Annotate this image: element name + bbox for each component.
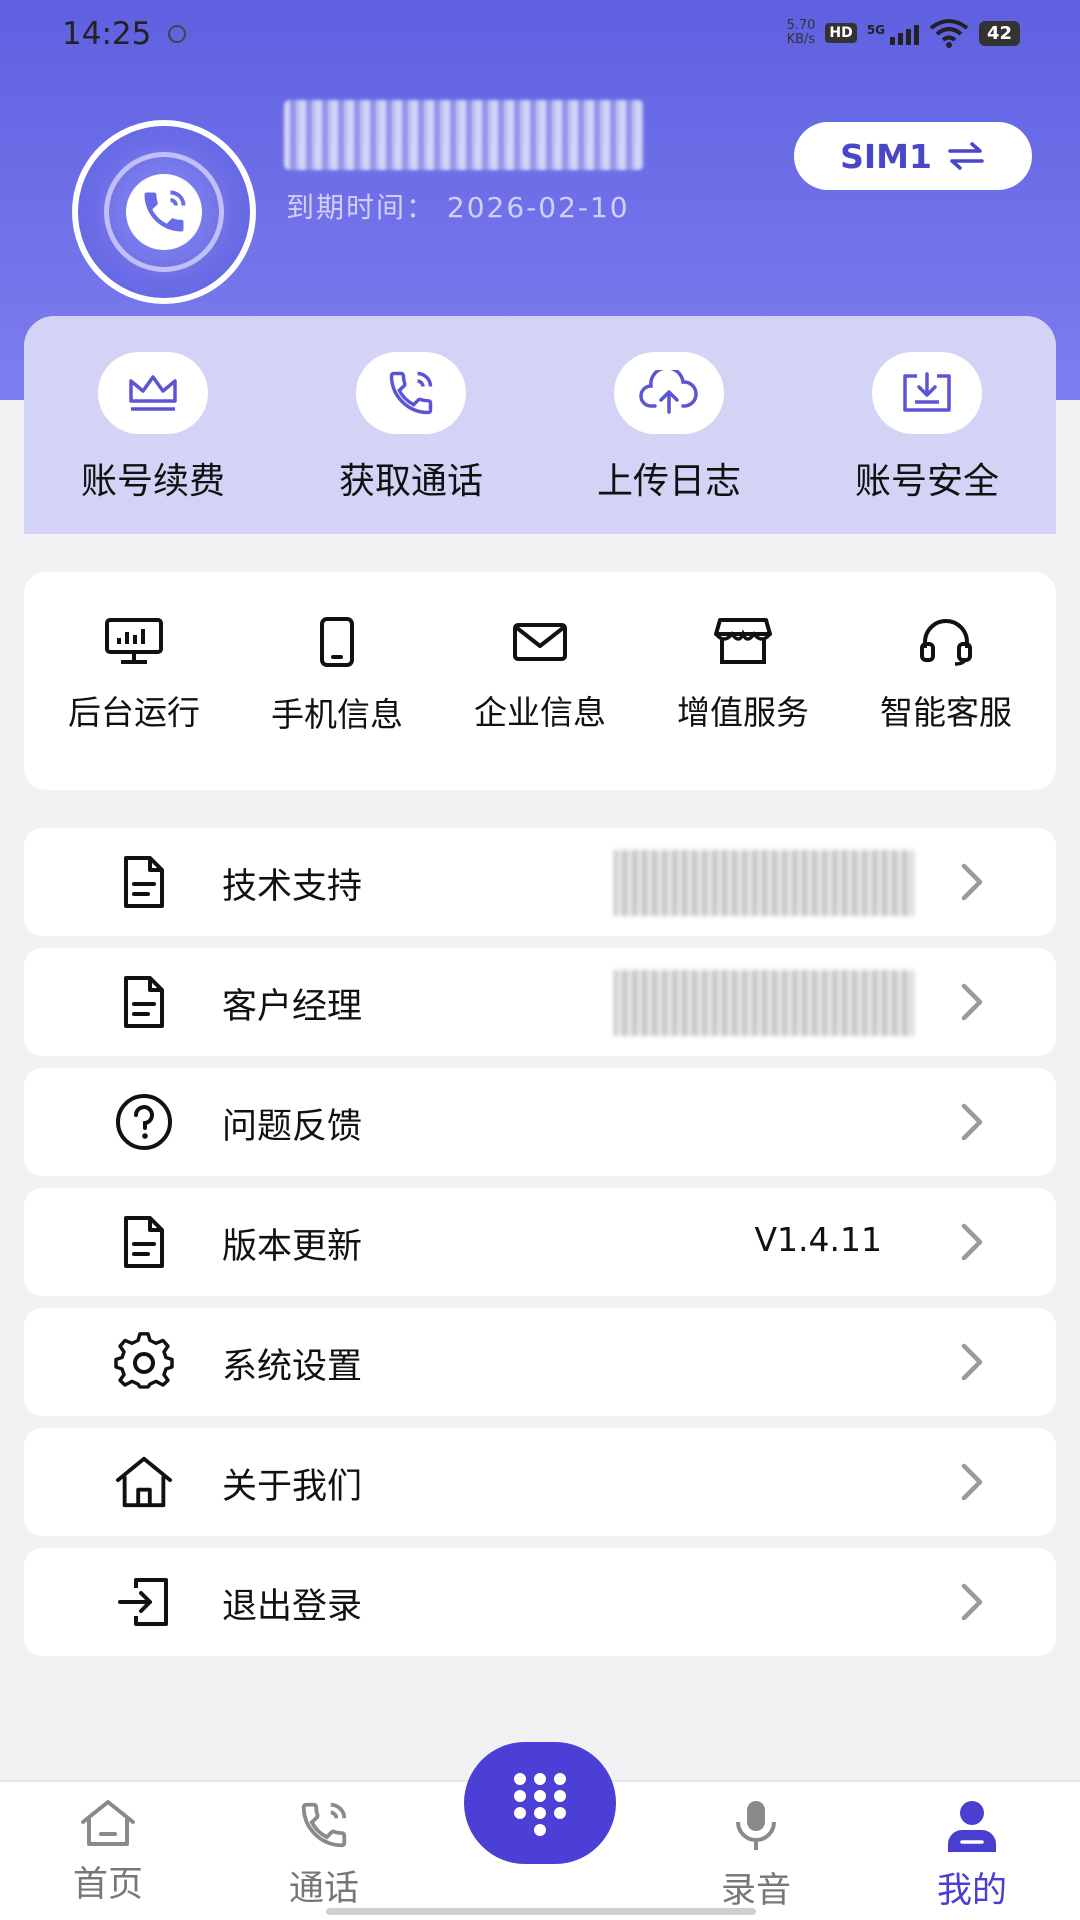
- menu-label: 系统设置: [222, 1347, 363, 1387]
- grid-item-phone-info[interactable]: 手机信息: [237, 616, 437, 790]
- grid-item-smart-service[interactable]: 智能客服: [846, 616, 1046, 790]
- chevron-right-icon: [961, 863, 983, 901]
- mail-icon: [513, 623, 567, 661]
- menu-row-account-manager[interactable]: 客户经理: [24, 948, 1056, 1056]
- phone-call-icon: [301, 1802, 347, 1848]
- wifi-icon: [929, 19, 969, 48]
- sim-label: SIM1: [840, 136, 932, 176]
- quick-action-label: 获取通话: [338, 461, 483, 502]
- dialpad-button[interactable]: [464, 1742, 616, 1864]
- menu-row-tech-support[interactable]: 技术支持: [24, 828, 1056, 936]
- menu-label: 版本更新: [222, 1227, 363, 1267]
- document-icon: [124, 1216, 164, 1268]
- menu-label: 客户经理: [222, 987, 363, 1027]
- notification-app-icon: [168, 25, 186, 43]
- menu-label: 退出登录: [222, 1587, 363, 1627]
- home-indicator: [326, 1908, 756, 1915]
- hd-badge: HD: [825, 23, 857, 43]
- status-time: 14:25: [62, 16, 152, 52]
- user-name-redacted: [284, 100, 644, 170]
- grid-item-background-run[interactable]: 后台运行: [34, 616, 234, 790]
- grid-item-label: 手机信息: [271, 695, 403, 734]
- chevron-right-icon: [961, 983, 983, 1021]
- menu-label: 技术支持: [222, 867, 363, 907]
- sim-switch-button[interactable]: SIM1: [794, 122, 1032, 190]
- user-icon: [948, 1801, 996, 1852]
- gear-icon: [114, 1332, 174, 1389]
- menu-row-logout[interactable]: 退出登录: [24, 1548, 1056, 1656]
- monitor-icon: [105, 618, 163, 664]
- tab-mine[interactable]: 我的: [892, 1798, 1052, 1913]
- tab-label: 我的: [936, 1871, 1007, 1911]
- crown-icon: [129, 375, 177, 411]
- grid-item-company-info[interactable]: 企业信息: [440, 616, 640, 790]
- tab-label: 录音: [720, 1871, 791, 1911]
- quick-action-label: 上传日志: [596, 461, 741, 502]
- cloud-upload-icon: [639, 370, 698, 414]
- net-speed: 5.70 KB/s: [786, 19, 815, 47]
- redacted-contact-info: [614, 970, 914, 1036]
- dialpad-icon: [514, 1773, 566, 1836]
- swap-arrows-icon: [948, 142, 984, 170]
- chevron-right-icon: [961, 1223, 983, 1261]
- phone-icon: [320, 617, 354, 667]
- network-type: 5G: [866, 23, 885, 37]
- chevron-right-icon: [961, 1343, 983, 1381]
- tab-label: 首页: [72, 1865, 143, 1905]
- version-value: V1.4.11: [754, 1220, 882, 1259]
- quick-action-label: 账号安全: [854, 461, 999, 502]
- quick-action-renew[interactable]: 账号续费: [43, 352, 263, 534]
- menu-row-feedback[interactable]: 问题反馈: [24, 1068, 1056, 1176]
- menu-label: 问题反馈: [222, 1107, 363, 1147]
- chevron-right-icon: [961, 1583, 983, 1621]
- battery-indicator: 42: [978, 20, 1020, 46]
- document-icon: [124, 856, 164, 908]
- quick-actions-card: 账号续费 获取通话 上传日志 账号安全: [24, 316, 1056, 534]
- quick-action-upload-log[interactable]: 上传日志: [559, 352, 779, 534]
- settings-menu: 技术支持 客户经理 问题反馈 版本更新 V1.4.11 系统设置 关于我们 退出…: [24, 828, 1056, 1668]
- tab-home[interactable]: 首页: [28, 1798, 188, 1907]
- cellular-signal-icon: 5G: [867, 21, 919, 45]
- quick-action-get-calls[interactable]: 获取通话: [301, 352, 521, 534]
- tab-calls[interactable]: 通话: [244, 1798, 404, 1911]
- grid-item-label: 智能客服: [880, 693, 1012, 732]
- phone-call-icon: [144, 190, 186, 232]
- grid-item-label: 增值服务: [677, 693, 809, 732]
- menu-row-system-settings[interactable]: 系统设置: [24, 1308, 1056, 1416]
- tab-label: 通话: [288, 1869, 359, 1909]
- status-indicators: 5.70 KB/s HD 5G 42: [786, 18, 1020, 48]
- grid-item-value-added[interactable]: 增值服务: [643, 616, 843, 790]
- status-bar: 14:25 5.70 KB/s HD 5G 42: [0, 0, 1080, 72]
- chevron-right-icon: [961, 1103, 983, 1141]
- home-icon: [81, 1800, 135, 1846]
- tab-recordings[interactable]: 录音: [676, 1798, 836, 1913]
- quick-action-account-security[interactable]: 账号安全: [817, 352, 1037, 534]
- headset-icon: [920, 619, 972, 666]
- menu-row-version-update[interactable]: 版本更新 V1.4.11: [24, 1188, 1056, 1296]
- store-icon: [714, 618, 772, 664]
- net-speed-unit: KB/s: [786, 32, 816, 47]
- question-icon: [116, 1094, 172, 1150]
- expire-date: 到期时间： 2026-02-10: [286, 191, 630, 224]
- services-grid-card: 后台运行 手机信息 企业信息 增值服务 智能客服: [24, 572, 1056, 790]
- redacted-contact-info: [614, 850, 914, 916]
- grid-item-label: 企业信息: [474, 693, 606, 732]
- home-icon: [115, 1456, 173, 1508]
- logout-icon: [118, 1578, 168, 1626]
- quick-action-label: 账号续费: [80, 461, 225, 502]
- download-tray-icon: [903, 372, 951, 412]
- phone-call-icon: [389, 371, 433, 415]
- microphone-icon: [736, 1801, 776, 1850]
- chevron-right-icon: [961, 1463, 983, 1501]
- avatar[interactable]: [72, 120, 256, 304]
- grid-item-label: 后台运行: [68, 693, 200, 732]
- document-icon: [124, 976, 164, 1028]
- net-speed-value: 5.70: [786, 18, 816, 33]
- menu-row-about-us[interactable]: 关于我们: [24, 1428, 1056, 1536]
- menu-label: 关于我们: [222, 1467, 363, 1507]
